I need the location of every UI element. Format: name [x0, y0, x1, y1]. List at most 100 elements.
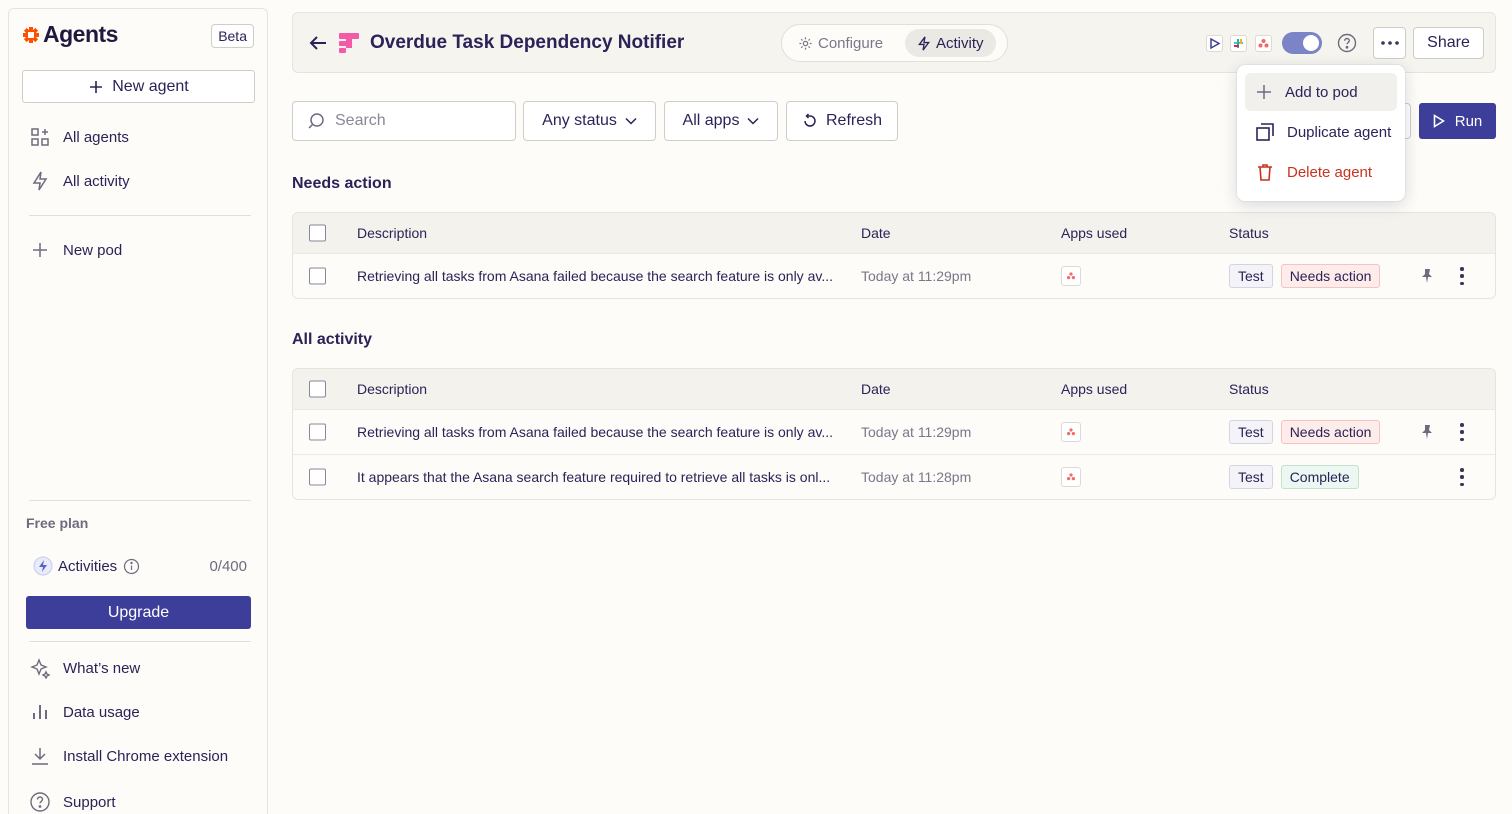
view-tabs: Configure Activity	[781, 24, 1008, 62]
menu-item-duplicate[interactable]: Duplicate agent	[1245, 113, 1397, 151]
page-title: Overdue Task Dependency Notifier	[370, 32, 685, 53]
asana-icon	[1061, 467, 1081, 487]
agent-icon	[339, 33, 359, 53]
back-arrow-icon[interactable]	[306, 31, 330, 55]
sidebar-item-label: New pod	[63, 241, 123, 259]
gear-icon	[799, 36, 812, 50]
plus-icon	[90, 80, 103, 93]
info-icon[interactable]	[123, 558, 140, 575]
new-agent-label: New agent	[112, 77, 189, 95]
asana-icon	[1061, 266, 1081, 286]
new-agent-button[interactable]: New agent	[22, 70, 255, 103]
tab-label: Configure	[818, 34, 884, 52]
table-row[interactable]: Retrieving all tasks from Asana failed b…	[293, 409, 1495, 454]
sidebar-item-support[interactable]: Support	[29, 791, 116, 813]
agent-enabled-toggle[interactable]	[1282, 32, 1322, 54]
lightning-icon	[32, 171, 48, 191]
chevron-down-icon	[625, 117, 637, 125]
row-status: Test Needs action	[1229, 264, 1381, 288]
play-icon	[1433, 114, 1445, 128]
run-button[interactable]: Run	[1419, 103, 1496, 139]
sidebar-item-all-agents[interactable]: All agents	[29, 126, 129, 148]
sidebar-item-label: Data usage	[63, 703, 140, 721]
column-header-status: Status	[1229, 225, 1269, 241]
menu-item-label: Delete agent	[1287, 163, 1373, 181]
asana-icon	[1255, 35, 1272, 52]
section-title-all-activity: All activity	[292, 331, 373, 348]
column-header-description: Description	[357, 381, 428, 397]
menu-item-add-to-pod[interactable]: Add to pod	[1245, 73, 1397, 111]
select-all-checkbox[interactable]	[309, 224, 326, 242]
column-header-apps: Apps used	[1061, 225, 1128, 241]
sparkle-icon	[30, 658, 51, 679]
activities-quota: Activities 0/400	[32, 555, 247, 577]
column-header-status: Status	[1229, 381, 1269, 397]
sidebar-item-new-pod[interactable]: New pod	[29, 239, 122, 261]
share-button[interactable]: Share	[1413, 27, 1484, 59]
row-date: Today at 11:29pm	[861, 424, 972, 440]
lightning-icon	[918, 36, 930, 50]
test-badge: Test	[1229, 264, 1273, 288]
divider	[29, 215, 251, 216]
column-header-date: Date	[861, 381, 891, 397]
divider	[29, 500, 251, 501]
row-apps	[1061, 266, 1081, 286]
sidebar-item-label: All agents	[63, 128, 129, 146]
activity-bolt-icon	[33, 556, 53, 576]
search-field[interactable]	[292, 101, 516, 141]
chevron-down-icon	[747, 117, 759, 125]
row-menu-icon[interactable]	[1459, 267, 1465, 285]
table-header: Description Date Apps used Status	[293, 213, 1495, 253]
run-label: Run	[1454, 112, 1483, 130]
sidebar-item-whats-new[interactable]: What’s new	[29, 657, 140, 679]
logo-text: Agents	[43, 21, 118, 47]
row-menu-icon[interactable]	[1459, 468, 1465, 486]
sidebar-item-data-usage[interactable]: Data usage	[29, 701, 140, 723]
menu-item-label: Duplicate agent	[1287, 123, 1392, 141]
slack-icon	[1230, 35, 1247, 52]
row-status: Test Needs action	[1229, 420, 1381, 444]
divider	[29, 641, 251, 642]
refresh-icon	[804, 113, 816, 127]
row-checkbox[interactable]	[309, 267, 326, 285]
plus-icon	[1257, 85, 1271, 99]
row-status: Test Complete	[1229, 465, 1359, 489]
row-checkbox[interactable]	[309, 468, 326, 486]
table-row[interactable]: It appears that the Asana search feature…	[293, 454, 1495, 499]
help-circle-icon	[30, 792, 50, 812]
download-icon	[32, 748, 48, 765]
search-input[interactable]	[335, 112, 495, 130]
row-date: Today at 11:28pm	[861, 469, 972, 485]
tab-activity[interactable]: Activity	[905, 29, 996, 57]
sidebar-item-all-activity[interactable]: All activity	[29, 170, 130, 192]
search-icon	[308, 113, 324, 129]
more-options-button[interactable]	[1373, 27, 1406, 59]
table-header: Description Date Apps used Status	[293, 369, 1495, 409]
table-row[interactable]: Retrieving all tasks from Asana failed b…	[293, 253, 1495, 298]
sidebar-item-label: Support	[63, 793, 116, 811]
menu-item-delete[interactable]: Delete agent	[1245, 153, 1397, 191]
status-badge: Needs action	[1280, 420, 1381, 444]
pin-icon[interactable]	[1419, 268, 1435, 284]
duplicate-icon	[1256, 123, 1274, 141]
tab-configure[interactable]: Configure	[786, 29, 895, 57]
sidebar-item-label: What’s new	[63, 659, 141, 677]
select-all-checkbox[interactable]	[309, 380, 326, 398]
sidebar-item-label: All activity	[63, 172, 130, 190]
pin-icon[interactable]	[1419, 424, 1435, 440]
logo[interactable]: Agents	[23, 21, 118, 48]
status-filter-select[interactable]: Any status	[523, 101, 656, 141]
activities-count: 0/400	[209, 557, 247, 575]
apps-filter-select[interactable]: All apps	[664, 101, 778, 141]
refresh-button[interactable]: Refresh	[786, 101, 898, 141]
sidebar-item-chrome-extension[interactable]: Install Chrome extension	[29, 745, 228, 767]
bar-chart-icon	[33, 705, 47, 719]
refresh-label: Refresh	[825, 112, 883, 129]
row-checkbox[interactable]	[309, 423, 326, 441]
trash-icon	[1258, 164, 1272, 181]
help-icon[interactable]	[1337, 33, 1357, 53]
column-header-date: Date	[861, 225, 891, 241]
upgrade-button[interactable]: Upgrade	[26, 596, 251, 629]
more-options-menu: Add to pod Duplicate agent Delete agent	[1237, 65, 1405, 201]
row-menu-icon[interactable]	[1459, 423, 1465, 441]
